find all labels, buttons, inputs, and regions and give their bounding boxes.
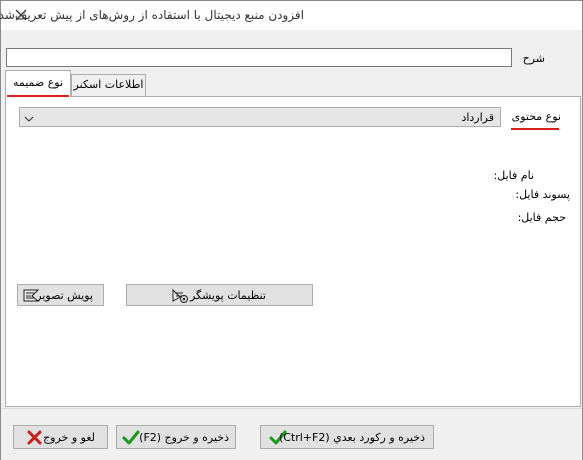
window-title: افزودن منبع دیجیتال با استفاده از روش‌ها… — [0, 8, 304, 22]
tab-panel — [5, 96, 581, 407]
check-icon — [122, 429, 140, 446]
scanner-settings-label: تنظیمات پویشگر — [189, 289, 266, 302]
file-extension-label: پسوند فایل: — [515, 188, 570, 201]
active-tab-indicator — [7, 95, 69, 97]
content-type-label: نوع محتوی — [511, 110, 561, 123]
save-exit-label: ذخیره و خروج (F2) — [139, 431, 229, 444]
dialog-window: افزودن منبع دیجیتال با استفاده از روش‌ها… — [0, 0, 583, 460]
tab-attachment-type[interactable]: نوع ضمیمه — [5, 70, 71, 97]
content-type-indicator — [511, 128, 559, 130]
save-exit-button[interactable]: ذخیره و خروج (F2) — [116, 425, 236, 449]
cross-icon — [26, 429, 44, 446]
cancel-exit-label: لغو و خروج — [43, 431, 95, 444]
description-input[interactable] — [6, 48, 512, 67]
content-type-value: قرارداد — [461, 111, 494, 124]
cancel-exit-button[interactable]: لغو و خروج — [13, 425, 108, 449]
dialog-footer: ذخیره و رکورد بعدي (Ctrl+F2) ذخیره و خرو… — [1, 408, 582, 460]
scanner-settings-button[interactable]: تنظیمات پویشگر — [126, 284, 313, 306]
save-next-button[interactable]: ذخیره و رکورد بعدي (Ctrl+F2) — [260, 425, 434, 449]
tab-scanner-info[interactable]: اطلاعات اسکنر — [71, 74, 146, 96]
tab-attachment-type-label: نوع ضمیمه — [12, 76, 64, 89]
dialog-body: شرح اطلاعات اسکنر نوع ضمیمه نوع محتوی قر… — [1, 30, 582, 408]
close-icon[interactable] — [13, 7, 29, 23]
scan-image-label: پویش تصویر — [36, 289, 93, 302]
title-bar: افزودن منبع دیجیتال با استفاده از روش‌ها… — [0, 1, 582, 30]
scan-image-button[interactable]: پویش تصویر — [17, 284, 104, 306]
save-next-label: ذخیره و رکورد بعدي (Ctrl+F2) — [278, 431, 425, 444]
scanner-settings-icon — [171, 287, 189, 304]
content-type-select[interactable]: قرارداد — [19, 107, 501, 127]
file-size-label: حجم فایل: — [517, 211, 566, 224]
chevron-down-icon — [24, 113, 34, 122]
description-label: شرح — [522, 52, 545, 65]
file-name-label: نام فایل: — [493, 169, 534, 182]
